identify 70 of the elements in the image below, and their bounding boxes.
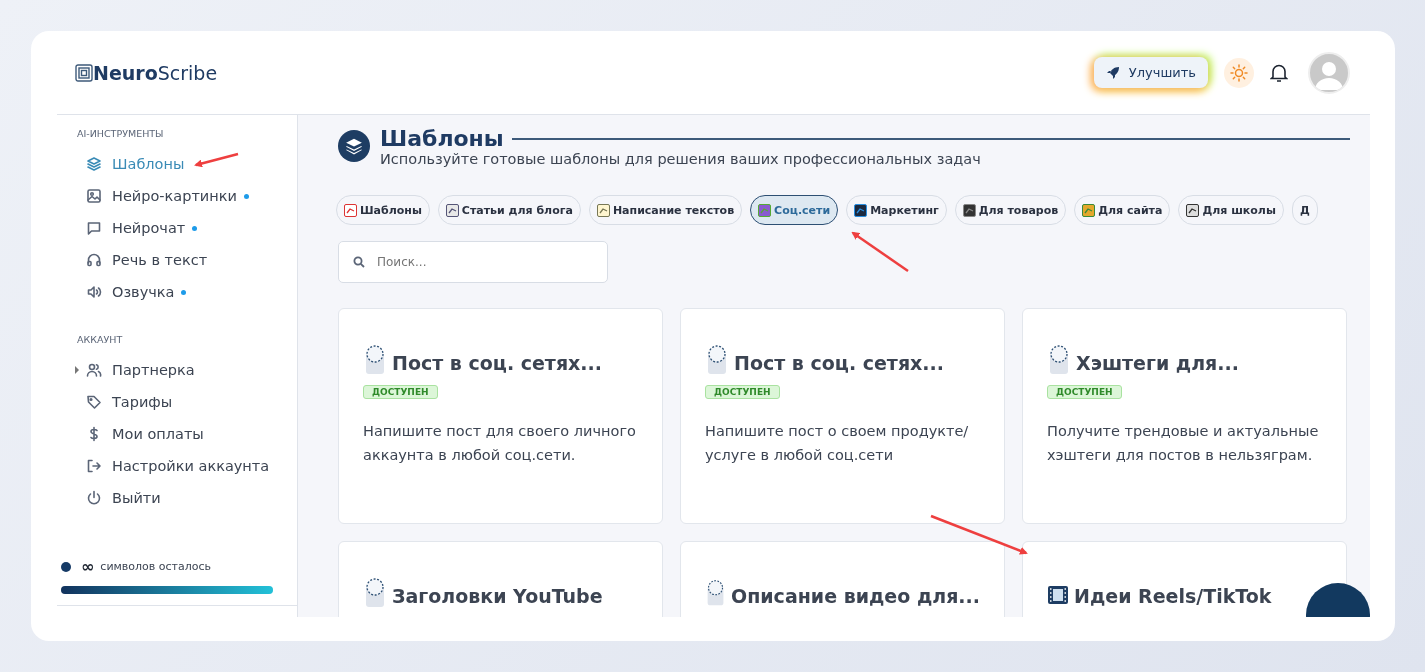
logout-icon [86,458,102,474]
chat-icon [86,220,102,236]
template-card[interactable]: Пост в соц. сетях... ДОСТУПЕН Напишите пост о своем продукте/ услуге в любой соц.сети [680,308,1005,524]
logo-icon [75,63,93,82]
document-icon [705,345,729,375]
category-tab[interactable]: Д [1291,195,1318,225]
sidebar-item[interactable]: Шаблоны [57,148,185,180]
template-card[interactable]: Хэштеги для... ДОСТУПЕН Получите трендовые и актуальные хэштеги для постов в нельзяграм. [1022,308,1347,524]
status-label: ДОСТУПЕН [705,385,780,399]
card-title: Пост в соц. сетях... [734,352,944,375]
card-title: Заголовки YouTube [392,585,603,608]
upgrade-button[interactable]: Улучшить [1093,57,1208,88]
bell-icon[interactable] [1270,62,1288,83]
layers-icon [86,156,102,172]
sidebar-item[interactable]: Выйти [57,482,161,514]
document-icon [363,578,387,608]
card-title: Хэштеги для... [1076,352,1239,375]
template-card[interactable]: Описание видео для... [680,541,1005,617]
template-card[interactable]: Пост в соц. сетях... ДОСТУПЕН Напишите пост для своего личного аккаунта в любой соц.сети. [338,308,663,524]
image-icon [86,188,102,204]
card-description: Напишите пост о своем продукте/ услуге в любой соц.сети [705,422,970,465]
status-label: ДОСТУПЕН [363,385,438,399]
logo-text[interactable]: NeuroScribe [93,61,218,84]
sidebar-item[interactable]: Мои оплаты [57,418,204,450]
card-title: Описание видео для... [731,585,980,608]
sidebar-item[interactable]: Тарифы [57,386,173,418]
rocket-icon [1105,65,1120,80]
category-tab[interactable]: Шаблоны [336,195,430,225]
sidebar-item[interactable]: Нейро-картинки [57,180,249,212]
card-title: Идеи Reels/TikTok [1074,585,1272,608]
category-tab[interactable]: Маркетинг [846,195,947,225]
template-card[interactable]: Заголовки YouTube [338,541,663,617]
headphones-icon [86,252,102,268]
sun-icon [1230,63,1248,82]
expand-caret-icon[interactable] [75,366,79,374]
page-subtitle: Используйте готовые шаблоны для решения ваших профессиональных задач [380,151,982,167]
category-tab[interactable]: Написание текстов [588,195,743,225]
card-description: Напишите пост для своего личного аккаунта в любой соц.сети. [363,422,637,465]
category-tab[interactable]: Статьи для блога [437,195,581,225]
category-tab[interactable]: Для школы [1178,195,1284,225]
annotation-arrow [194,152,239,168]
sidebar-item[interactable]: Озвучка [57,276,187,308]
sidebar-item[interactable]: Нейрочат [57,212,198,244]
document-icon [1047,345,1071,375]
search-field[interactable]: Поиск... [338,241,608,283]
document-icon [363,345,387,375]
speaker-icon [86,284,102,300]
annotation-arrow [851,231,909,273]
sidebar-item[interactable]: Речь в текст [57,244,208,276]
status-label: ДОСТУПЕН [1047,385,1122,399]
card-description: Получите трендовые и актуальные хэштеги для постов в нельзяграм. [1047,422,1320,465]
search-icon [353,256,365,268]
category-tab[interactable]: Соц.сети [750,195,839,225]
theme-toggle[interactable] [1224,57,1254,88]
usage-label: символов осталось [100,560,211,573]
sidebar-item[interactable]: Настройки аккаунта [57,450,270,482]
category-tab[interactable]: Для товаров [954,195,1067,225]
tag-icon [86,394,102,410]
section-label: AI-ИНСТРУМЕНТЫ [76,128,165,141]
page-title: Шаблоны [380,126,504,151]
card-title: Пост в соц. сетях... [392,352,602,375]
category-tab[interactable]: Для сайта [1074,195,1171,225]
power-icon [86,490,102,506]
users-icon [86,362,102,378]
sidebar-item[interactable]: Партнерка [57,354,195,386]
status-dot [61,561,71,572]
section-label: АККАУНТ [76,334,124,347]
infinity-count: ∞ [81,557,95,576]
layers-icon [338,130,370,162]
template-card[interactable]: Идеи Reels/TikTok [1022,541,1347,617]
